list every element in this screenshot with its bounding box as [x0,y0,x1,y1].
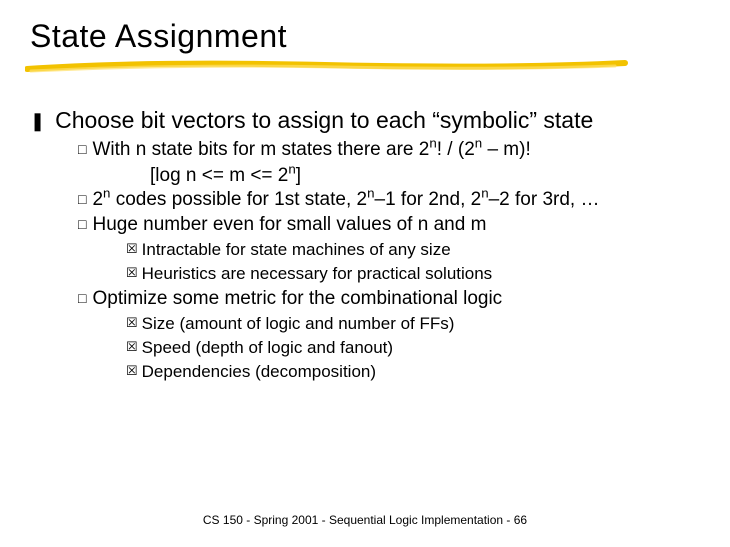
text-frag: –1 for 2nd, 2 [375,189,482,210]
sub-sub-item: ☒ Heuristics are necessary for practical… [126,263,700,285]
sub-sub-text: Heuristics are necessary for practical s… [142,263,700,285]
sub-sub-item: ☒ Intractable for state machines of any … [126,239,700,261]
text-frag: ] [296,165,301,186]
sub-sub-item: ☒ Size (amount of logic and number of FF… [126,313,700,335]
sub-item-formula-1: □ With n state bits for m states there a… [78,138,700,162]
slide-footer: CS 150 - Spring 2001 - Sequential Logic … [0,513,730,527]
text-frag: –2 for 3rd, … [489,189,600,210]
y-bullet-icon: □ [78,191,86,209]
y-bullet-icon: □ [78,290,86,308]
sub-item-codes: □ 2n codes possible for 1st state, 2n–1 … [78,188,700,212]
sub-sub-item: ☒ Speed (depth of logic and fanout) [126,337,700,359]
sub-sub-list-b: ☒ Size (amount of logic and number of FF… [126,313,700,383]
text-frag: codes possible for 1st state, 2 [110,189,367,210]
x-bullet-icon: ☒ [126,241,138,258]
title-underline [25,57,700,75]
sub-item-text: Optimize some metric for the combination… [92,287,700,311]
superscript: n [288,161,295,176]
text-frag: ! / (2 [437,139,475,160]
sub-item-text: With n state bits for m states there are… [92,138,700,162]
sub-item-optimize: □ Optimize some metric for the combinati… [78,287,700,311]
x-bullet-icon: ☒ [126,339,138,356]
main-bullet-text: Choose bit vectors to assign to each “sy… [55,107,700,134]
superscript: n [367,185,374,200]
text-frag: [log n <= m <= 2 [150,165,288,186]
x-bullet-icon: ☒ [126,265,138,282]
sub-list: □ With n state bits for m states there a… [78,138,700,383]
sub-item-text: Huge number even for small values of n a… [92,213,700,237]
sub-sub-item: ☒ Dependencies (decomposition) [126,361,700,383]
superscript: n [481,185,488,200]
slide-title: State Assignment [30,18,700,55]
text-frag: – m)! [482,139,531,160]
sub-sub-list-a: ☒ Intractable for state machines of any … [126,239,700,285]
sub-sub-text: Speed (depth of logic and fanout) [142,337,700,359]
main-bullet: ❚ Choose bit vectors to assign to each “… [30,107,700,134]
text-frag: 2 [92,189,103,210]
superscript: n [429,136,436,151]
sub-sub-text: Size (amount of logic and number of FFs) [142,313,700,335]
y-bullet-icon: □ [78,216,86,234]
x-bullet-icon: ☒ [126,363,138,380]
x-bullet-icon: ☒ [126,315,138,332]
sub-sub-text: Dependencies (decomposition) [142,361,700,383]
sub-sub-text: Intractable for state machines of any si… [142,239,700,261]
z-bullet-icon: ❚ [30,111,45,132]
slide-root: State Assignment ❚ Choose bit vectors to… [0,0,730,547]
text-frag: With n state bits for m states there are… [92,139,429,160]
sub-item-huge: □ Huge number even for small values of n… [78,213,700,237]
sub-item-text: 2n codes possible for 1st state, 2n–1 fo… [92,188,700,212]
sub-item-formula-1-line2: [log n <= m <= 2n] [150,164,700,188]
y-bullet-icon: □ [78,141,86,159]
